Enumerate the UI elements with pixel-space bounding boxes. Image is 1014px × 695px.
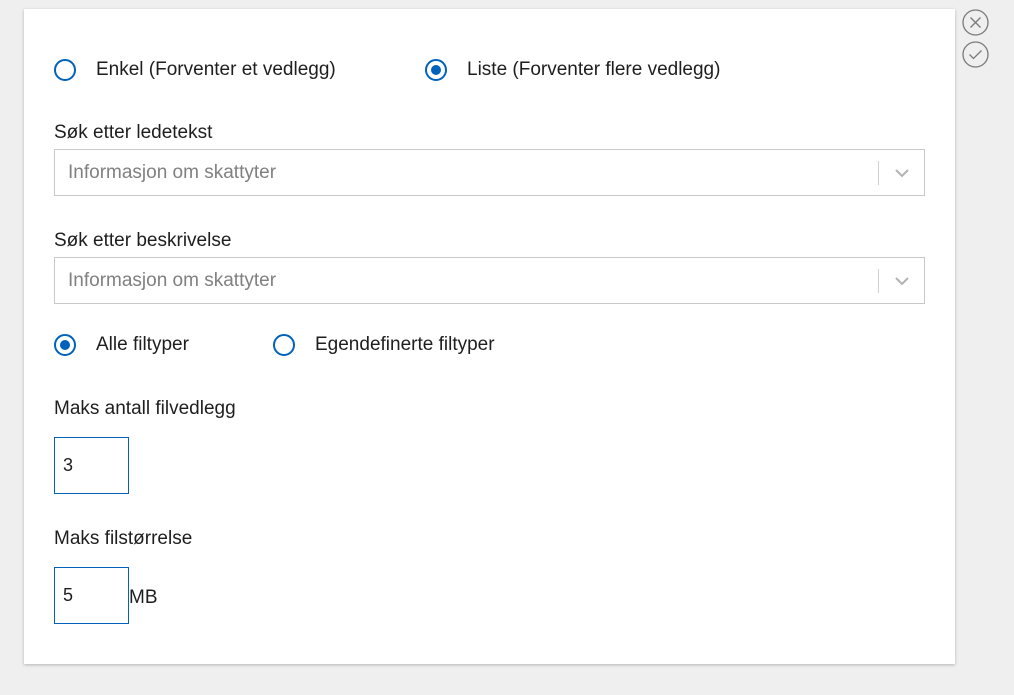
file-size-unit: MB [129,587,158,608]
attachment-settings-card: Enkel (Forventer et vedlegg) Liste (Forv… [24,9,955,664]
max-file-size-input[interactable] [54,567,129,624]
search-prompt-select[interactable]: Informasjon om skattyter [54,149,925,196]
radio-list-attachment[interactable]: Liste (Forventer flere vedlegg) [425,59,720,81]
radio-all-filetypes[interactable]: Alle filtyper [54,334,189,356]
radio-circle-single[interactable] [54,59,76,81]
check-circle-icon[interactable] [962,41,989,68]
radio-single-attachment[interactable]: Enkel (Forventer et vedlegg) [54,59,336,81]
close-circle-icon[interactable] [962,9,989,36]
search-prompt-value: Informasjon om skattyter [68,161,277,183]
radio-custom-filetypes-label: Egendefinerte filtyper [315,334,495,355]
radio-circle-list[interactable] [425,59,447,81]
radio-list-label: Liste (Forventer flere vedlegg) [467,59,721,80]
search-description-select[interactable]: Informasjon om skattyter [54,257,925,304]
chevron-down-icon[interactable] [879,150,924,195]
max-file-size-label: Maks filstørrelse [54,528,193,549]
max-attachments-input[interactable] [54,437,129,494]
radio-single-label: Enkel (Forventer et vedlegg) [96,59,336,80]
chevron-down-icon[interactable] [879,258,924,303]
radio-all-filetypes-label: Alle filtyper [96,334,189,355]
radio-circle-custom-filetypes[interactable] [273,334,295,356]
max-attachments-label: Maks antall filvedlegg [54,398,236,419]
radio-circle-all-filetypes[interactable] [54,334,76,356]
search-prompt-label: Søk etter ledetekst [54,122,213,143]
radio-custom-filetypes[interactable]: Egendefinerte filtyper [273,334,495,356]
search-description-value: Informasjon om skattyter [68,269,277,291]
search-description-label: Søk etter beskrivelse [54,230,232,251]
